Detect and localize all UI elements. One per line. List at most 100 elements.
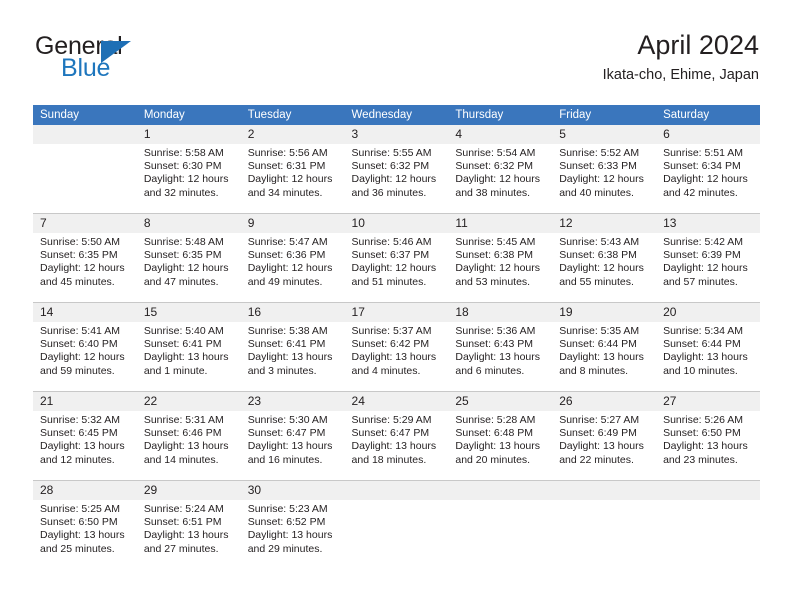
day-info-line: Sunrise: 5:28 AM [455,414,536,426]
day-info-line: Sunrise: 5:26 AM [663,414,744,426]
calendar-day-cell[interactable]: 30 Sunrise: 5:23 AM Sunset: 6:52 PM Dayligh… [240,480,345,569]
day-info-line: Sunset: 6:51 PM [143,516,222,529]
day-number: 11 [448,214,553,233]
day-number: 24 [344,392,449,411]
day-info-line: and 40 minutes. [559,186,634,199]
day-info-line: Sunrise: 5:41 AM [40,325,120,337]
day-info: Sunrise: 5:34 AM Sunset: 6:44 PM Daylight:… [656,322,760,378]
day-info-line: Sunrise: 5:48 AM [143,236,224,248]
day-info-line: Sunset: 6:47 PM [247,427,326,440]
calendar-day-cell[interactable]: 16 Sunrise: 5:38 AM Sunset: 6:41 PM Dayligh… [240,302,345,392]
weekday-header-row: Sunday Monday Tuesday Wednesday Thursday Frid… [33,105,760,125]
day-number [344,481,449,500]
calendar-day-cell[interactable]: 10 Sunrise: 5:46 AM Sunset: 6:37 PM Dayligh… [344,213,449,303]
day-number: 10 [344,214,449,233]
weekday-header-sunday: Sunday [33,105,137,125]
day-info-line: and 29 minutes. [247,542,323,555]
calendar-day-cell[interactable]: 6 Sunrise: 5:51 AM Sunset: 6:34 PM Daylight… [656,125,760,214]
day-number [656,481,760,500]
logo-text-blue: Blue [61,54,111,82]
day-info: Sunrise: 5:55 AM Sunset: 6:32 PM Daylight:… [345,144,449,200]
day-info-line: Sunrise: 5:40 AM [143,325,224,337]
day-info-line: Sunset: 6:50 PM [663,427,741,440]
day-info: Sunrise: 5:35 AM Sunset: 6:44 PM Daylight:… [552,322,656,378]
page-header: General Blue April 2024 Ikata-cho, Ehime… [33,28,759,92]
calendar-day-cell[interactable]: 22 Sunrise: 5:31 AM Sunset: 6:46 PM Dayligh… [136,391,241,481]
day-info-line: Daylight: 13 hours [247,440,333,453]
calendar-day-cell[interactable]: 25 Sunrise: 5:28 AM Sunset: 6:48 PM Dayligh… [448,391,553,481]
day-info-line: and 45 minutes. [40,275,115,288]
calendar-day-cell[interactable]: 28 Sunrise: 5:25 AM Sunset: 6:50 PM Dayligh… [33,480,137,569]
calendar-day-cell[interactable]: 21 Sunrise: 5:32 AM Sunset: 6:45 PM Dayligh… [33,391,137,481]
day-info-line: and 10 minutes. [663,364,738,377]
day-info [345,500,449,503]
day-info-line: and 22 minutes. [559,453,634,466]
day-info-line: Sunset: 6:42 PM [351,338,430,351]
day-info-line: Daylight: 13 hours [663,440,748,453]
day-info-line: and 42 minutes. [663,186,738,199]
calendar-day-cell[interactable]: 9 Sunrise: 5:47 AM Sunset: 6:36 PM Daylight… [240,213,345,303]
day-info: Sunrise: 5:23 AM Sunset: 6:52 PM Daylight:… [241,500,345,556]
day-info-line: Sunset: 6:44 PM [559,338,637,351]
day-info: Sunrise: 5:36 AM Sunset: 6:43 PM Daylight:… [448,322,552,378]
calendar-day-cell[interactable]: 23 Sunrise: 5:30 AM Sunset: 6:47 PM Dayligh… [240,391,345,481]
calendar-day-cell[interactable]: 4 Sunrise: 5:54 AM Sunset: 6:32 PM Daylight… [448,125,553,214]
day-info-line: Sunset: 6:48 PM [455,427,534,440]
weekday-header-wednesday: Wednesday [344,105,449,125]
day-info-line: Daylight: 12 hours [559,173,644,186]
calendar-day-cell[interactable]: 24 Sunrise: 5:29 AM Sunset: 6:47 PM Dayligh… [344,391,449,481]
calendar-day-cell[interactable]: 26 Sunrise: 5:27 AM Sunset: 6:49 PM Dayligh… [552,391,657,481]
day-info-line: and 14 minutes. [143,453,219,466]
day-number: 16 [240,303,345,322]
calendar-day-cell[interactable]: 8 Sunrise: 5:48 AM Sunset: 6:35 PM Daylight… [136,213,241,303]
day-info-line: and 12 minutes. [40,453,115,466]
calendar-day-cell[interactable]: 3 Sunrise: 5:55 AM Sunset: 6:32 PM Daylight… [344,125,449,214]
day-number: 25 [448,392,553,411]
weekday-header-tuesday: Tuesday [240,105,345,125]
day-info-line: and 23 minutes. [663,453,738,466]
day-info-line: Sunrise: 5:36 AM [455,325,536,337]
day-number [448,481,553,500]
calendar-day-cell[interactable]: 7 Sunrise: 5:50 AM Sunset: 6:35 PM Daylight… [33,213,137,303]
calendar-day-cell[interactable]: 17 Sunrise: 5:37 AM Sunset: 6:42 PM Dayligh… [344,302,449,392]
day-info-line: and 49 minutes. [247,275,323,288]
day-info-line: and 34 minutes. [247,186,323,199]
calendar-day-cell[interactable]: 2 Sunrise: 5:56 AM Sunset: 6:31 PM Daylight… [240,125,345,214]
day-info-line: Daylight: 13 hours [455,440,541,453]
calendar-day-cell[interactable]: 12 Sunrise: 5:43 AM Sunset: 6:38 PM Dayligh… [552,213,657,303]
day-info-line: Sunrise: 5:34 AM [663,325,744,337]
calendar-day-cell[interactable]: 14 Sunrise: 5:41 AM Sunset: 6:40 PM Dayligh… [33,302,137,392]
calendar-day-cell[interactable]: 20 Sunrise: 5:34 AM Sunset: 6:44 PM Dayligh… [656,302,760,392]
day-info-line: Daylight: 12 hours [663,262,748,275]
day-info-line: Sunset: 6:35 PM [40,249,118,262]
day-number: 28 [33,481,137,500]
calendar-week-row: 1 Sunrise: 5:58 AM Sunset: 6:30 PM Daylight… [33,125,760,214]
day-info-line: Sunrise: 5:31 AM [143,414,224,426]
day-info-line: Daylight: 13 hours [247,351,333,364]
day-info-line: Sunrise: 5:58 AM [143,147,224,159]
calendar-day-cell-empty [33,125,137,214]
calendar-day-cell[interactable]: 11 Sunrise: 5:45 AM Sunset: 6:38 PM Dayligh… [448,213,553,303]
calendar-day-cell[interactable]: 19 Sunrise: 5:35 AM Sunset: 6:44 PM Dayligh… [552,302,657,392]
calendar-day-cell-empty [344,480,449,569]
calendar-day-cell[interactable]: 27 Sunrise: 5:26 AM Sunset: 6:50 PM Dayligh… [656,391,760,481]
calendar-day-cell[interactable]: 1 Sunrise: 5:58 AM Sunset: 6:30 PM Daylight… [136,125,241,214]
day-info-line: and 36 minutes. [351,186,427,199]
calendar-day-cell[interactable]: 15 Sunrise: 5:40 AM Sunset: 6:41 PM Dayligh… [136,302,241,392]
day-number: 7 [33,214,137,233]
day-number: 12 [552,214,657,233]
day-info-line: Daylight: 13 hours [559,351,644,364]
day-number: 18 [448,303,553,322]
calendar-table: Sunday Monday Tuesday Wednesday Thursday Frid… [33,105,760,569]
page-title: April 2024 [637,30,759,60]
day-info-line: Daylight: 12 hours [143,262,229,275]
calendar-day-cell[interactable]: 5 Sunrise: 5:52 AM Sunset: 6:33 PM Daylight… [552,125,657,214]
day-info-line: and 6 minutes. [455,364,525,377]
calendar-day-cell[interactable]: 13 Sunrise: 5:42 AM Sunset: 6:39 PM Dayligh… [656,213,760,303]
day-info-line: and 57 minutes. [663,275,738,288]
day-info-line: Daylight: 12 hours [351,173,437,186]
calendar-day-cell[interactable]: 29 Sunrise: 5:24 AM Sunset: 6:51 PM Dayligh… [136,480,241,569]
calendar-week-row: 21 Sunrise: 5:32 AM Sunset: 6:45 PM Dayligh… [33,391,760,481]
calendar-day-cell[interactable]: 18 Sunrise: 5:36 AM Sunset: 6:43 PM Dayligh… [448,302,553,392]
day-info-line: Sunrise: 5:55 AM [351,147,432,159]
